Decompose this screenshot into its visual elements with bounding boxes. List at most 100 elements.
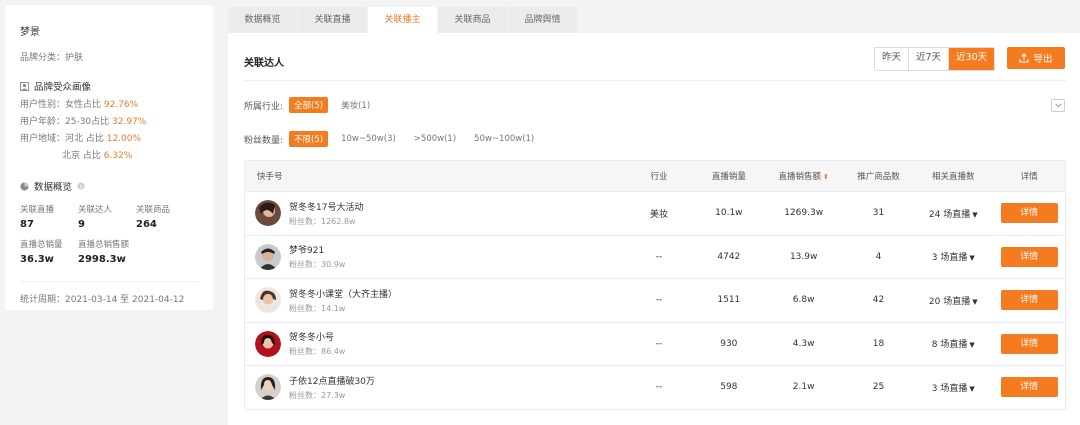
detail-button[interactable]: 详情 xyxy=(1000,246,1058,267)
section-title: 关联达人 xyxy=(244,58,284,69)
streamer-cell[interactable]: 子依12点直播破30万 粉丝数：27.3w xyxy=(245,374,624,401)
cell-industry: -- xyxy=(655,338,663,349)
col-header-sales[interactable]: 直播销量 xyxy=(694,170,764,182)
region2-label: 北京 占比 xyxy=(62,151,104,161)
cell-products: 42 xyxy=(872,295,885,306)
cell-detail: 详情 xyxy=(993,377,1065,398)
streamer-name: 贺冬冬小号 xyxy=(289,333,335,344)
cell-detail: 详情 xyxy=(993,333,1065,354)
overview-title: 数据概览 xyxy=(34,182,73,193)
streamer-fans: 粉丝数：86.4w xyxy=(289,347,346,357)
stat-revenue-label: 直播总销售额 xyxy=(78,240,130,250)
chart-pie-icon xyxy=(20,181,29,191)
table-header: 快手号 行业 直播销量 直播销售额 ⬍ 推广商品数 相关直播数 详情 xyxy=(245,161,1065,191)
tab-brand-sentiment[interactable]: 品牌舆情 xyxy=(508,7,578,33)
fans-chip-any[interactable]: 不限(5) xyxy=(289,131,329,147)
cell-sales: 4742 xyxy=(717,251,741,262)
stats-grid-2: 直播总销量 36.3w 直播总销售额 2998.3w xyxy=(20,238,198,273)
cell-products: 4 xyxy=(875,251,882,262)
col-header-revenue-label: 直播销售额 xyxy=(778,172,821,182)
cell-sales: 598 xyxy=(720,382,738,393)
date-range-selector: 昨天 近7天 近30天 xyxy=(874,47,996,71)
fans-chip-500w-plus[interactable]: >500w(1) xyxy=(409,132,461,146)
cell-products: 25 xyxy=(872,382,885,393)
collapse-filter-button[interactable] xyxy=(1051,99,1065,112)
avatar xyxy=(255,374,281,401)
gender-label: 用户性别：女性占比 xyxy=(20,100,104,110)
cell-revenue: 2.1w xyxy=(792,382,815,393)
col-header-industry: 行业 xyxy=(650,172,668,182)
cell-sales: 10.1w xyxy=(715,208,743,219)
stat-product-label: 关联商品 xyxy=(136,205,171,215)
region-row-1: 用户地域：河北 占比 12.00% xyxy=(20,134,198,144)
cell-detail: 详情 xyxy=(993,290,1065,311)
industry-chip-beauty[interactable]: 美妆(1) xyxy=(336,97,375,113)
streamer-cell[interactable]: 梦爷921 粉丝数：30.9w xyxy=(245,243,624,270)
tab-overview[interactable]: 数据概览 xyxy=(228,7,298,33)
tab-related-streamers[interactable]: 关联播主 xyxy=(368,7,438,33)
cell-sales: 930 xyxy=(720,338,738,349)
streamer-cell[interactable]: 贺冬冬小课堂（大齐主播） 粉丝数：14.1w xyxy=(245,287,624,314)
region2-value: 6.32% xyxy=(103,151,133,161)
lives-label: 24 场直播 xyxy=(928,209,971,220)
detail-button[interactable]: 详情 xyxy=(1000,290,1058,311)
date-30days-button[interactable]: 近30天 xyxy=(949,48,995,70)
tab-bar: 数据概览 关联直播 关联播主 关联商品 品牌舆情 xyxy=(228,7,578,33)
cell-sales: 1511 xyxy=(717,295,741,306)
date-7days-button[interactable]: 近7天 xyxy=(909,48,950,70)
industry-chip-all[interactable]: 全部(5) xyxy=(289,97,329,113)
streamer-name: 贺冬冬17号大活动 xyxy=(289,202,364,213)
detail-button[interactable]: 详情 xyxy=(1000,377,1058,398)
header-divider xyxy=(244,80,1066,81)
streamer-name: 子依12点直播破30万 xyxy=(289,376,375,387)
gender-row: 用户性别：女性占比 92.76% xyxy=(20,100,198,110)
age-row: 用户年龄：25-30占比 32.97% xyxy=(20,117,198,127)
cell-industry: 美妆 xyxy=(650,209,669,220)
table-row: 贺冬冬小课堂（大齐主播） 粉丝数：14.1w -- 1511 6.8w 42 20… xyxy=(245,278,1065,322)
sort-desc-icon[interactable]: ⬍ xyxy=(823,173,829,181)
lives-label: 3 场直播 xyxy=(931,383,968,394)
streamer-table: 快手号 行业 直播销量 直播销售额 ⬍ 推广商品数 相关直播数 详情 贺冬冬17号… xyxy=(244,160,1066,410)
export-icon xyxy=(1019,53,1030,63)
cell-revenue: 6.8w xyxy=(792,295,815,306)
col-header-products[interactable]: 推广商品数 xyxy=(844,170,914,182)
region1-value: 12.00% xyxy=(106,134,142,144)
streamer-cell[interactable]: 贺冬冬小号粉丝数：86.4w xyxy=(245,330,624,357)
fans-chip-10w-50w[interactable]: 10w~50w(3) xyxy=(336,132,401,146)
detail-button[interactable]: 详情 xyxy=(1000,203,1058,224)
tab-related-live[interactable]: 关联直播 xyxy=(298,7,368,33)
fans-chip-50w-100w[interactable]: 50w~100w(1) xyxy=(469,132,539,146)
info-icon[interactable] xyxy=(77,182,85,190)
date-yesterday-button[interactable]: 昨天 xyxy=(875,48,910,70)
export-button[interactable]: 导出 xyxy=(1007,47,1065,69)
col-header-account: 快手号 xyxy=(257,172,283,182)
stat-revenue-value: 2998.3w xyxy=(78,254,126,265)
avatar xyxy=(255,330,281,357)
tab-related-products[interactable]: 关联商品 xyxy=(438,7,508,33)
cell-lives-dropdown[interactable]: 8 场直播 ▼ xyxy=(913,337,993,350)
streamer-cell[interactable]: 贺冬冬17号大活动 粉丝数：1262.8w xyxy=(245,200,624,227)
col-header-revenue[interactable]: 直播销售额 ⬍ xyxy=(764,170,844,182)
cell-industry: -- xyxy=(655,295,663,306)
portrait-icon xyxy=(20,81,29,91)
stat-period: 统计周期：2021-03-14 至 2021-04-12 xyxy=(20,295,185,305)
col-header-lives[interactable]: 相关直播数 xyxy=(913,170,993,182)
stat-live: 关联直播 87 xyxy=(20,203,78,238)
caret-down-icon: ▼ xyxy=(969,254,975,263)
cell-lives-dropdown[interactable]: 20 场直播 ▼ xyxy=(913,294,993,307)
cell-lives-dropdown[interactable]: 24 场直播 ▼ xyxy=(913,207,993,220)
detail-button[interactable]: 详情 xyxy=(1000,333,1058,354)
streamer-name: 梦爷921 xyxy=(289,246,325,257)
region-row-2: 北京 占比 6.32% xyxy=(20,151,198,161)
cell-revenue: 1269.3w xyxy=(784,208,824,219)
cell-revenue: 4.3w xyxy=(792,338,815,349)
cell-lives-dropdown[interactable]: 3 场直播 ▼ xyxy=(913,381,993,394)
cell-lives-dropdown[interactable]: 3 场直播 ▼ xyxy=(913,250,993,263)
region1-label: 用户地域：河北 占比 xyxy=(20,134,107,144)
cell-revenue: 13.9w xyxy=(789,251,818,262)
streamer-name: 贺冬冬小课堂（大齐主播） xyxy=(289,289,398,300)
stat-influencer-label: 关联达人 xyxy=(78,205,113,215)
export-label: 导出 xyxy=(1033,54,1053,65)
lives-label: 20 场直播 xyxy=(928,296,971,307)
table-row: 贺冬冬小号 粉丝数：86.4w -- 930 4.3w 18 8 场直播 ▼ 详情 xyxy=(245,321,1065,366)
